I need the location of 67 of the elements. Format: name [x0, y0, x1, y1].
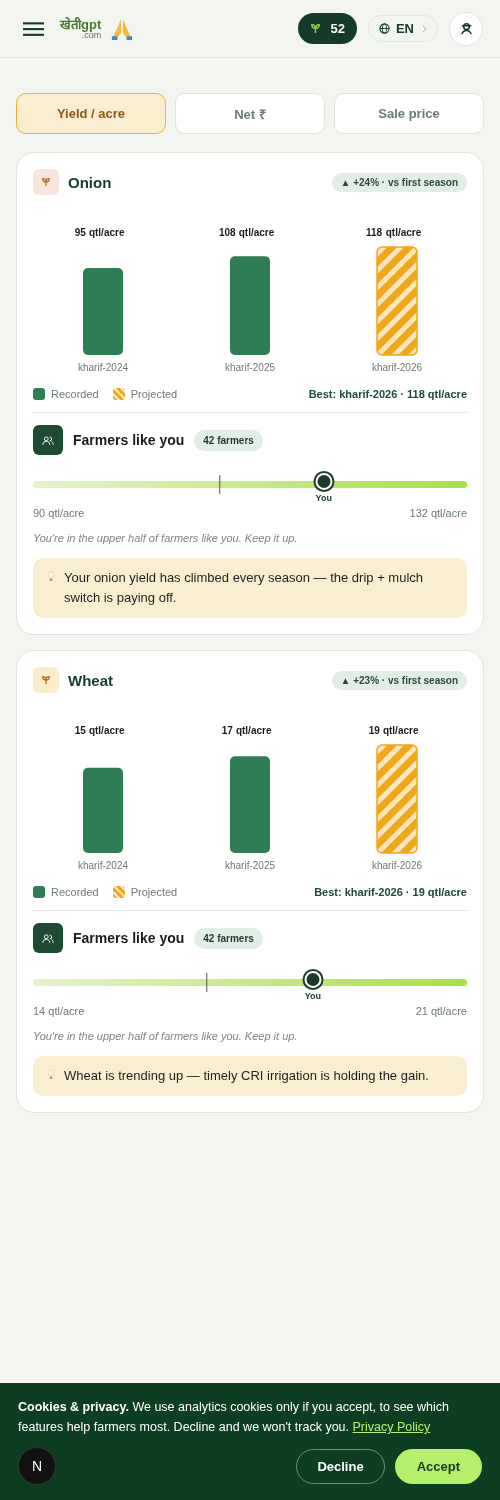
legend-swatch	[112, 388, 125, 400]
range-min: 90 qtl/acre	[33, 507, 85, 519]
farmer-icon	[458, 21, 474, 36]
peer-note: You're in the upper half of farmers like you. Keep it up.	[33, 532, 299, 544]
people-icon	[33, 923, 63, 953]
range-max: 21 qtl/acre	[415, 1005, 467, 1017]
section-title: Farmers like you	[73, 930, 185, 946]
crop-name: Onion	[68, 173, 112, 191]
legend-label: Recorded	[51, 886, 99, 898]
logo[interactable]: खेतीgpt .com	[60, 17, 102, 40]
profile-button[interactable]	[449, 11, 483, 46]
unit-label: qtl/acre	[382, 725, 419, 736]
sprout-icon	[310, 23, 322, 34]
legend-label: Projected	[130, 388, 178, 400]
range-min: 14 qtl/acre	[33, 1005, 85, 1017]
tab[interactable]: Net ₹	[175, 93, 325, 134]
lightbulb-icon	[47, 570, 55, 583]
category-label: kharif-2024	[78, 362, 128, 373]
category-label: kharif-2025	[225, 860, 275, 871]
legend-swatch	[33, 886, 45, 898]
dev-badge[interactable]: N	[18, 1447, 56, 1485]
you-label: You	[315, 493, 332, 503]
value-label: 118	[365, 227, 383, 238]
legend-label: Projected	[130, 886, 178, 898]
farmer-count-badge: 42 farmers	[194, 429, 263, 451]
section-title: Farmers like you	[73, 432, 185, 448]
cookie-text: Cookies & privacy. We use analytics cookies only if you accept, to see which features help farmers most. Decline and we won't track you. Privacy Policy	[18, 1399, 450, 1436]
tip-text: Your onion yield has climbed every season — the drip + mulch switch is paying off.	[64, 569, 425, 607]
tab[interactable]: Yield / acre	[16, 93, 166, 134]
category-label: kharif-2026	[372, 362, 422, 373]
change-badge: ▲ +23% · vs first season	[331, 670, 467, 690]
legend-label: Recorded	[51, 388, 99, 400]
privacy-policy-link[interactable]: Privacy Policy	[352, 1420, 431, 1434]
chevron-right-icon	[422, 24, 427, 33]
menu-icon[interactable]	[23, 20, 44, 37]
change-badge: ▲ +24% · vs first season	[331, 172, 467, 192]
category-label: kharif-2025	[225, 362, 275, 373]
you-label: You	[304, 991, 322, 1001]
lightbulb-icon	[47, 1068, 55, 1081]
value-label: 108	[218, 227, 236, 238]
category-label: kharif-2024	[78, 860, 128, 871]
range-max: 132 qtl/acre	[409, 507, 467, 519]
legend-swatch	[33, 388, 45, 400]
points-badge[interactable]: 52	[298, 13, 357, 44]
unit-label: qtl/acre	[88, 725, 125, 736]
value-label: 15	[74, 725, 86, 736]
legend-swatch	[112, 886, 125, 898]
peer-note: You're in the upper half of farmers like you. Keep it up.	[33, 1030, 299, 1042]
sprout-icon	[33, 667, 59, 693]
sprout-icon	[33, 169, 59, 195]
accept-button[interactable]: Accept	[394, 1448, 482, 1484]
category-label: kharif-2026	[372, 860, 422, 871]
unit-label: qtl/acre	[88, 227, 125, 238]
best-season: Best: kharif-2026 · 118 qtl/acre	[308, 388, 467, 400]
tab[interactable]: Sale price	[334, 93, 484, 134]
people-icon	[33, 425, 63, 455]
unit-label: qtl/acre	[235, 725, 272, 736]
tip-text: Wheat is trending up — timely CRI irrigation is holding the gain.	[64, 1067, 429, 1085]
globe-icon	[378, 23, 390, 34]
value-label: 19	[368, 725, 380, 736]
value-label: 17	[221, 725, 233, 736]
crop-name: Wheat	[68, 671, 113, 689]
farmer-count-badge: 42 farmers	[194, 927, 263, 949]
best-season: Best: kharif-2026 · 19 qtl/acre	[314, 886, 467, 898]
unit-label: qtl/acre	[238, 227, 275, 238]
value-label: 95	[74, 227, 86, 238]
unit-label: qtl/acre	[385, 227, 422, 238]
